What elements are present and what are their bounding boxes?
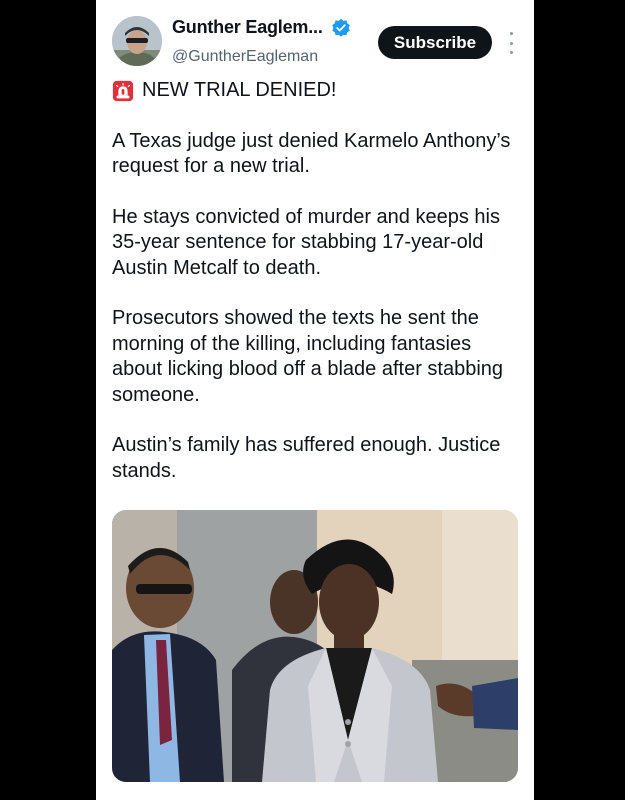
author-avatar[interactable] [112,16,162,66]
post-photo[interactable] [112,510,518,782]
verified-badge-icon [331,18,350,37]
post-paragraph: He stays convicted of murder and keeps h… [112,205,500,279]
author-handle[interactable]: @GuntherEagleman [172,48,318,66]
post-paragraph: Austin’s family has suffered enough. Jus… [112,434,501,482]
subscribe-button[interactable]: Subscribe [378,26,492,59]
post-text: NEW TRIAL DENIED! A Texas judge just den… [112,78,522,509]
siren-icon [112,80,134,101]
post-paragraph: A Texas judge just denied Karmelo Anthon… [112,129,511,178]
post-paragraph: Prosecutors showed the texts he sent the… [112,307,504,406]
author-display-name[interactable]: Gunther Eaglem... [172,17,323,38]
post-headline-row: NEW TRIAL DENIED! [112,78,522,104]
post-headline: NEW TRIAL DENIED! [142,79,337,101]
author-name-row: Gunther Eaglem... [172,17,351,38]
avatar-image [112,16,162,66]
courthouse-photo [112,510,518,782]
more-vertical-icon[interactable] [501,32,521,54]
post-card: Gunther Eaglem... @GuntherEagleman Subsc… [96,0,534,800]
